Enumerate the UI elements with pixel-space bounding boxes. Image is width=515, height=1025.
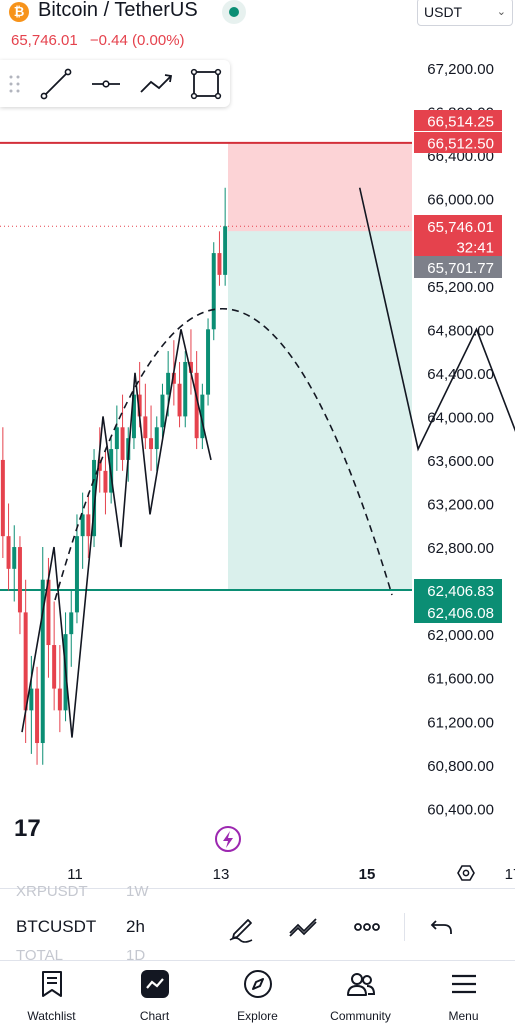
chart-settings-icon (457, 865, 475, 881)
candle-body (29, 688, 34, 711)
price-axis-tick: 63,600.00 (427, 453, 494, 470)
nav-label-community: Community (330, 1009, 391, 1023)
strip-divider (404, 913, 405, 941)
price-axis-tick: 60,800.00 (427, 758, 494, 775)
symbol-picker[interactable]: BTCUSDT (16, 917, 96, 937)
menu-icon (452, 974, 476, 994)
price-axis-tick: 62,000.00 (427, 627, 494, 644)
candle-body (166, 372, 171, 395)
price-axis-tick: 64,000.00 (427, 409, 494, 426)
rectangle-icon[interactable] (188, 66, 224, 102)
bottom-nav: Watchlist Chart Explore Community Menu (0, 960, 515, 1025)
candle-body (23, 612, 28, 711)
candle-body (0, 459, 5, 537)
candle-body (57, 688, 62, 711)
ghost-interval-above: 1W (126, 883, 149, 900)
watchlist-icon (42, 971, 62, 997)
candle-body (177, 383, 182, 417)
candle-body (211, 253, 216, 330)
candle-body (86, 514, 91, 537)
entry-price-label: 65,701.77 (427, 260, 494, 277)
nav-label-chart: Chart (139, 1009, 170, 1023)
price-chart[interactable]: 67,200.0066,800.0066,400.0066,000.0065,6… (0, 0, 515, 888)
chart-icon (141, 970, 169, 998)
more-icon[interactable] (349, 909, 385, 945)
countdown-label: 32:41 (456, 240, 494, 257)
horizontal-ray-icon[interactable] (88, 66, 124, 102)
time-axis-tick: 11 (67, 866, 83, 883)
community-icon (347, 973, 376, 996)
last-price-label: 65,746.01 (427, 219, 494, 236)
drawing-toolbar (0, 60, 230, 107)
candle-body (217, 253, 222, 275)
candle-body (6, 536, 11, 569)
price-axis-tick: 64,800.00 (427, 322, 494, 339)
candle-body (69, 612, 74, 635)
symbol-strip: XRPUSDT 1W BTCUSDT 2h TOTAL 1D (0, 883, 515, 964)
drawing-pencil-icon[interactable] (224, 909, 260, 945)
candle-body (160, 394, 165, 428)
nav-watchlist[interactable]: Watchlist (0, 961, 103, 1025)
time-axis-tick: 13 (213, 866, 230, 883)
price-axis-tick: 61,600.00 (427, 671, 494, 688)
target-price-label-2: 62,406.08 (427, 605, 494, 622)
candle-body (114, 427, 119, 450)
interval-picker[interactable]: 2h (126, 917, 145, 937)
candle-body (103, 470, 108, 493)
candle-body (206, 329, 211, 395)
candle-body (74, 536, 79, 613)
candle-body (17, 547, 22, 613)
nav-label-menu: Menu (448, 1009, 479, 1023)
price-axis-tick: 63,200.00 (427, 497, 494, 514)
price-axis-tick: 65,200.00 (427, 279, 494, 296)
stop-price-label: 66,514.25 (427, 114, 494, 131)
price-axis-tick: 67,200.00 (427, 61, 494, 78)
nav-label-explore: Explore (237, 1009, 278, 1023)
candle-body (35, 688, 40, 744)
nav-chart[interactable]: Chart (103, 961, 206, 1025)
drag-handle-icon[interactable] (8, 74, 22, 94)
stop-loss-zone (228, 142, 412, 232)
nav-explore[interactable]: Explore (206, 961, 309, 1025)
time-axis-tick: 15 (359, 866, 376, 883)
price-axis-tick: 66,000.00 (427, 192, 494, 209)
stop-price-label-2: 66,512.50 (427, 136, 494, 153)
candle-body (120, 427, 125, 460)
nav-menu[interactable]: Menu (412, 961, 515, 1025)
compass-icon (244, 970, 272, 998)
settings-dot (462, 869, 470, 877)
candle-body (149, 438, 154, 450)
target-price-label: 62,406.83 (427, 583, 494, 600)
drawn-history-path (21, 329, 212, 738)
time-axis-tick: 17 (505, 866, 515, 883)
candle-body (154, 427, 159, 450)
indicators-icon[interactable] (286, 909, 322, 945)
candle-body (223, 226, 228, 275)
nav-label-watchlist: Watchlist (27, 1009, 76, 1023)
price-axis-tick: 60,400.00 (427, 801, 494, 818)
ghost-symbol-above: XRPUSDT (16, 883, 88, 900)
candle-body (143, 416, 148, 439)
price-axis-tick: 64,400.00 (427, 366, 494, 383)
tradingview-logo: 17 (14, 815, 41, 842)
take-profit-zone (228, 231, 412, 590)
price-axis-tick: 62,800.00 (427, 540, 494, 557)
candle-body (183, 361, 188, 417)
path-icon[interactable] (138, 66, 174, 102)
candle-body (12, 547, 17, 569)
undo-icon[interactable] (424, 909, 460, 945)
trend-line-icon[interactable] (38, 66, 74, 102)
price-axis-tick: 61,200.00 (427, 714, 494, 731)
candle-body (52, 645, 57, 689)
nav-community[interactable]: Community (309, 961, 412, 1025)
